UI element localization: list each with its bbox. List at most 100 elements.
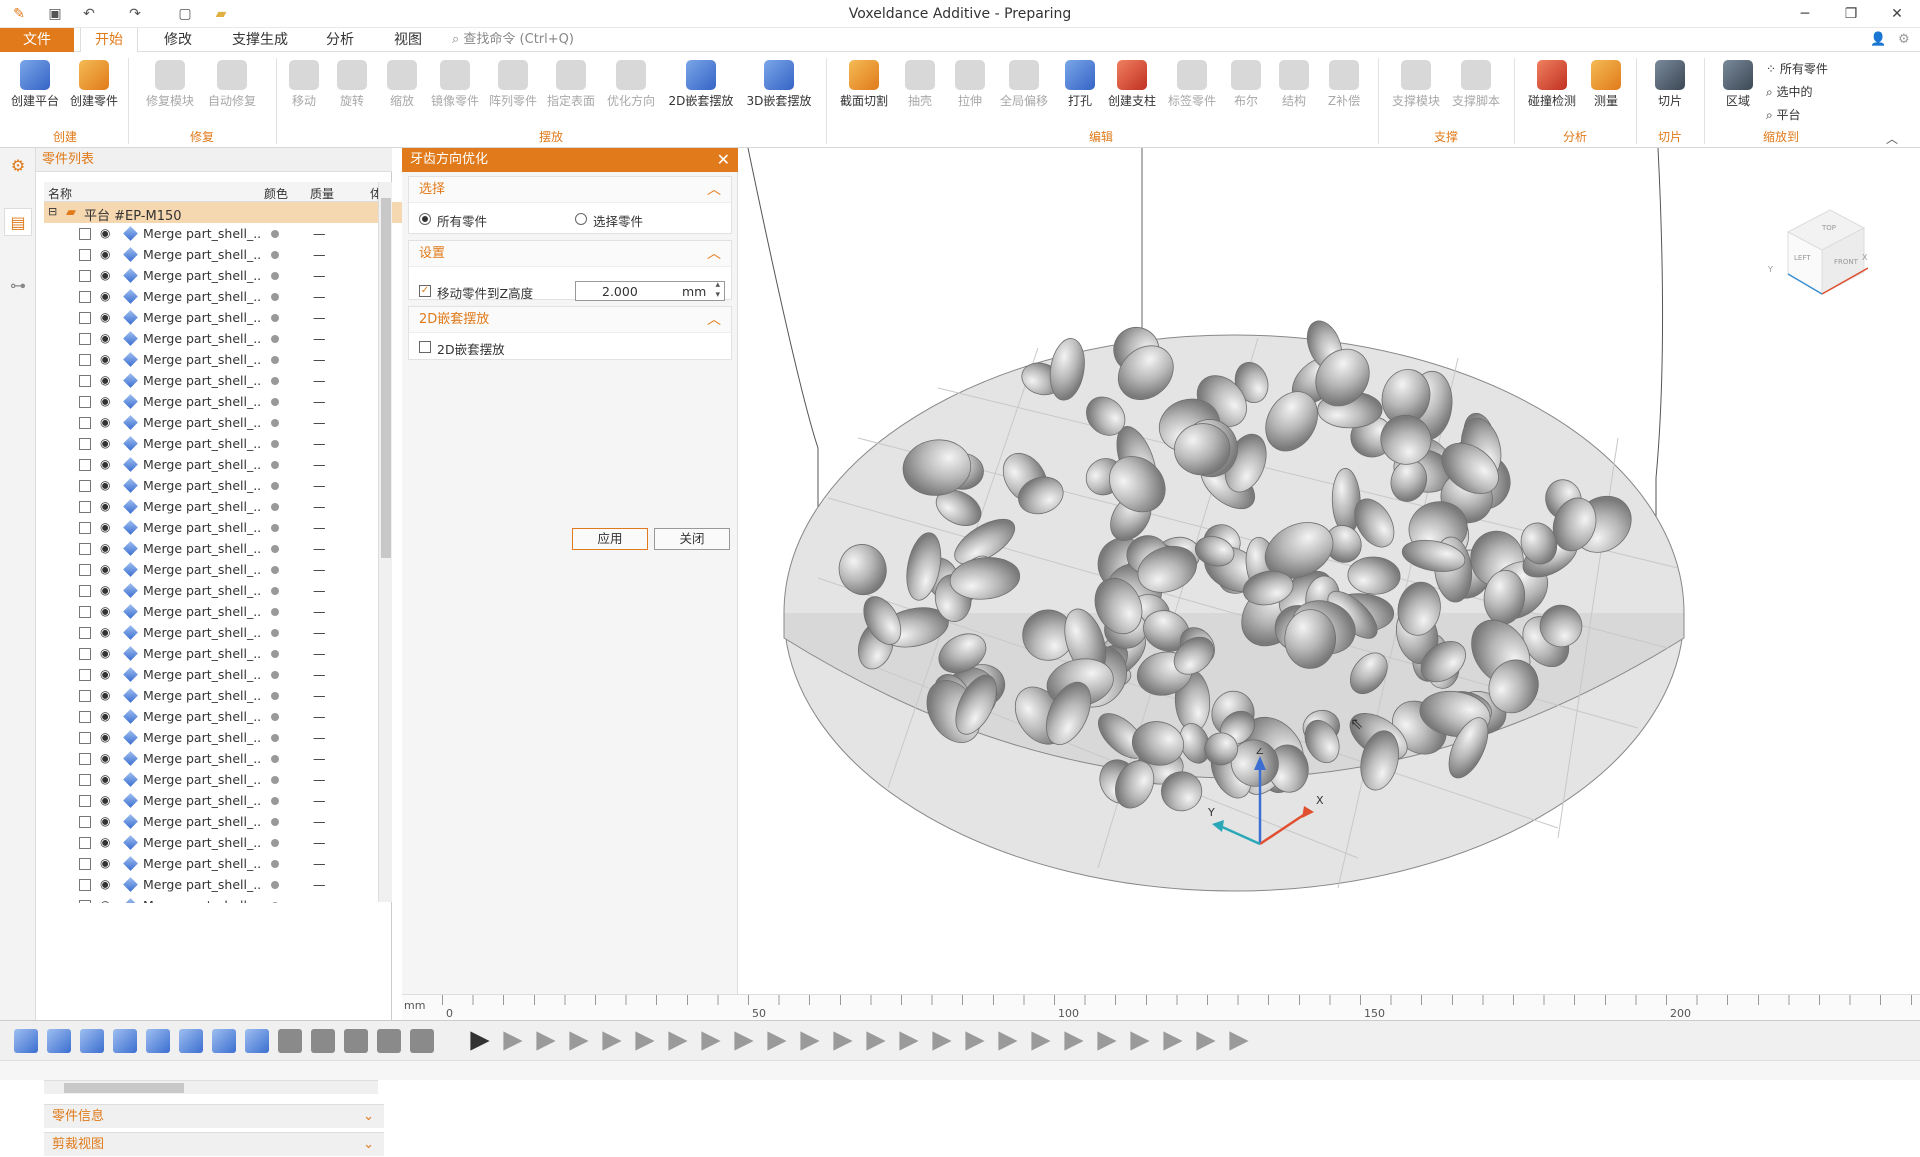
dialog-close-icon[interactable]: ✕ (717, 148, 730, 172)
selection-mode-icon[interactable] (1130, 1031, 1150, 1051)
color-dot[interactable] (271, 419, 279, 427)
shell-button[interactable]: 抽壳 (900, 56, 940, 128)
nest-3d-button[interactable]: 3D嵌套摆放 (740, 56, 818, 128)
color-dot[interactable] (271, 713, 279, 721)
row-checkbox[interactable] (79, 690, 91, 702)
eye-icon[interactable]: ◉ (100, 730, 110, 744)
table-row[interactable]: ◉ Merge part_shell_... — (44, 832, 408, 853)
row-checkbox[interactable] (79, 732, 91, 744)
eye-icon[interactable]: ◉ (100, 877, 110, 891)
close-window-button[interactable]: ✕ (1874, 0, 1920, 28)
color-dot[interactable] (271, 293, 279, 301)
color-dot[interactable] (271, 503, 279, 511)
pan-icon[interactable] (278, 1029, 302, 1053)
selection-mode-icon[interactable] (701, 1031, 721, 1051)
view-bottom-icon[interactable] (212, 1029, 236, 1053)
zoom-area-icon[interactable] (311, 1029, 335, 1053)
table-row[interactable]: ◉ Merge part_shell_... — (44, 328, 408, 349)
row-checkbox[interactable] (79, 480, 91, 492)
color-dot[interactable] (271, 566, 279, 574)
row-checkbox[interactable] (79, 501, 91, 513)
color-dot[interactable] (271, 398, 279, 406)
eye-icon[interactable]: ◉ (100, 520, 110, 534)
nest-2d-checkbox[interactable] (419, 341, 431, 353)
close-button[interactable]: 关闭 (654, 528, 730, 550)
assign-surface-button[interactable]: 指定表面 (544, 56, 598, 128)
row-checkbox[interactable] (79, 291, 91, 303)
support-script-button[interactable]: 支撑脚本 (1448, 56, 1504, 128)
eye-icon[interactable]: ◉ (100, 289, 110, 303)
row-checkbox[interactable] (79, 669, 91, 681)
row-checkbox[interactable] (79, 396, 91, 408)
collapse-ribbon-icon[interactable]: ︿ (1886, 130, 1898, 147)
view-shaded-icon[interactable] (245, 1029, 269, 1053)
color-dot[interactable] (271, 776, 279, 784)
table-row[interactable]: ◉ Merge part_shell_... — (44, 244, 408, 265)
table-row[interactable]: ◉ Merge part_shell_... — (44, 769, 408, 790)
user-icon[interactable]: 👤 (1870, 32, 1886, 47)
zoom-out-icon[interactable] (410, 1029, 434, 1053)
color-dot[interactable] (271, 545, 279, 553)
command-search[interactable]: ⌕ 查找命令 (Ctrl+Q) (452, 28, 574, 52)
slice-button[interactable]: 切片 (1650, 56, 1690, 128)
table-row[interactable]: ◉ Merge part_shell_... — (44, 853, 408, 874)
auto-repair-button[interactable]: 自动修复 (204, 56, 260, 128)
row-checkbox[interactable] (79, 333, 91, 345)
vscroll-thumb[interactable] (381, 198, 391, 558)
eye-icon[interactable]: ◉ (100, 625, 110, 639)
rotate-button[interactable]: 旋转 (332, 56, 372, 128)
row-checkbox[interactable] (79, 879, 91, 891)
selection-mode-icon[interactable] (1031, 1031, 1051, 1051)
view-iso-icon[interactable] (14, 1029, 38, 1053)
color-dot[interactable] (271, 839, 279, 847)
settings-gear-icon[interactable]: ⚙ (4, 152, 32, 180)
eye-icon[interactable]: ◉ (100, 772, 110, 786)
color-dot[interactable] (271, 524, 279, 532)
color-dot[interactable] (271, 230, 279, 238)
collision-check-button[interactable]: 碰撞检测 (1524, 56, 1580, 128)
table-row[interactable]: ◉ Merge part_shell_... — (44, 349, 408, 370)
row-checkbox[interactable] (79, 522, 91, 534)
eye-icon[interactable]: ◉ (100, 667, 110, 681)
hscroll-thumb[interactable] (64, 1083, 184, 1093)
label-part-button[interactable]: 标签零件 (1164, 56, 1220, 128)
color-dot[interactable] (271, 650, 279, 658)
tab-view[interactable]: 视图 (380, 28, 436, 52)
color-dot[interactable] (271, 902, 279, 903)
color-dot[interactable] (271, 755, 279, 763)
create-pillar-button[interactable]: 创建支柱 (1104, 56, 1160, 128)
row-checkbox[interactable] (79, 564, 91, 576)
color-dot[interactable] (271, 251, 279, 259)
spinner-icon[interactable]: ▴ ▾ (715, 280, 720, 300)
zoom-region-button[interactable]: 区域 (1716, 56, 1760, 128)
row-checkbox[interactable] (79, 606, 91, 618)
eye-icon[interactable]: ◉ (100, 373, 110, 387)
eye-icon[interactable]: ◉ (100, 478, 110, 492)
part-list-tab-icon[interactable]: ▤ (4, 208, 32, 236)
table-row[interactable]: ◉ Merge part_shell_... — (44, 790, 408, 811)
selection-mode-icon[interactable] (998, 1031, 1018, 1051)
selection-mode-icon[interactable] (734, 1031, 754, 1051)
row-checkbox[interactable] (79, 459, 91, 471)
color-dot[interactable] (271, 734, 279, 742)
row-checkbox[interactable] (79, 375, 91, 387)
part-info-panel[interactable]: 零件信息 ⌄ (44, 1104, 384, 1128)
create-platform-button[interactable]: 创建平台 (8, 56, 62, 128)
view-right-icon[interactable] (146, 1029, 170, 1053)
table-row[interactable]: ◉ Merge part_shell_... — (44, 412, 408, 433)
tab-analysis[interactable]: 分析 (312, 28, 368, 52)
structure-button[interactable]: 结构 (1274, 56, 1314, 128)
zoom-all-parts-button[interactable]: ⁘ 所有零件 (1766, 60, 1828, 77)
eye-icon[interactable]: ◉ (100, 268, 110, 282)
eye-icon[interactable]: ◉ (100, 604, 110, 618)
row-checkbox[interactable] (79, 228, 91, 240)
selection-mode-icon[interactable] (635, 1031, 655, 1051)
color-dot[interactable] (271, 881, 279, 889)
row-checkbox[interactable] (79, 543, 91, 555)
eye-icon[interactable]: ◉ (100, 835, 110, 849)
row-checkbox[interactable] (79, 249, 91, 261)
move-button[interactable]: 移动 (284, 56, 324, 128)
row-checkbox[interactable] (79, 900, 91, 903)
zoom-platform-button[interactable]: ⌕ 平台 (1766, 106, 1801, 123)
table-row[interactable]: ◉ Merge part_shell_... — (44, 538, 408, 559)
